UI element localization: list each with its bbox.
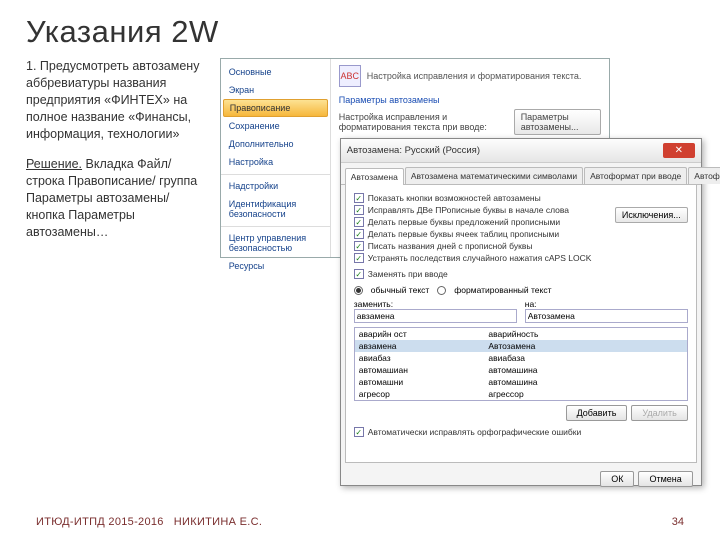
sidebar-item-trust[interactable]: Ресурсы xyxy=(221,257,330,275)
chk-cell-cap[interactable] xyxy=(354,229,364,239)
tab-autoformat-type[interactable]: Автоформат при вводе xyxy=(584,167,687,184)
chk-day-cap[interactable] xyxy=(354,241,364,251)
dialog-title: Автозамена: Русский (Россия) xyxy=(347,145,480,156)
sidebar-item-language[interactable]: Дополнительно xyxy=(221,135,330,153)
ok-button[interactable]: ОК xyxy=(600,471,634,487)
chk-replace[interactable] xyxy=(354,269,364,279)
options-sidebar: Основные Экран Правописание Сохранение Д… xyxy=(221,59,331,257)
dialog-tabs: Автозамена Автозамена математическими си… xyxy=(341,163,701,185)
chk-two-caps[interactable] xyxy=(354,205,364,215)
page-title: Указания 2W xyxy=(26,14,694,50)
sidebar-item-display[interactable]: Экран xyxy=(221,81,330,99)
task-text: 1. Предусмотреть автозамену аббревиатуры… xyxy=(26,58,210,488)
chk-spell[interactable] xyxy=(354,427,364,437)
tab-math[interactable]: Автозамена математическими символами xyxy=(405,167,583,184)
autocorrect-desc: Настройка исправления и форматирования т… xyxy=(339,112,514,132)
sidebar-item-general[interactable]: Основные xyxy=(221,63,330,81)
cancel-button[interactable]: Отмена xyxy=(638,471,692,487)
sidebar-item-qat[interactable]: Идентификация безопасности xyxy=(221,195,330,223)
radio-plain[interactable] xyxy=(354,286,363,295)
sidebar-item-ribbon[interactable]: Надстройки xyxy=(221,174,330,195)
chk-sentence-cap[interactable] xyxy=(354,217,364,227)
footer-left: ИТЮД-ИТПД 2015-2016 НИКИТИНА Е.С. xyxy=(36,516,262,528)
autocorrect-section-label: Параметры автозамены xyxy=(339,95,601,105)
exceptions-button[interactable]: Исключения... xyxy=(615,207,688,223)
radio-formatted[interactable] xyxy=(437,286,446,295)
sidebar-item-addins[interactable]: Центр управления безопасностью xyxy=(221,226,330,257)
close-icon[interactable]: ✕ xyxy=(663,143,695,158)
replace-list[interactable]: аварийн оставарийность авзаменаАвтозамен… xyxy=(354,327,688,401)
page-number: 34 xyxy=(672,516,684,528)
add-button[interactable]: Добавить xyxy=(566,405,628,421)
sidebar-item-save[interactable]: Сохранение xyxy=(221,117,330,135)
proofing-heading: Настройка исправления и форматирования т… xyxy=(367,71,582,81)
tab-autoformat[interactable]: Автоформат xyxy=(688,167,720,184)
replace-input[interactable] xyxy=(354,309,517,323)
sidebar-item-advanced[interactable]: Настройка xyxy=(221,153,330,171)
autocorrect-dialog: Автозамена: Русский (Россия) ✕ Автозамен… xyxy=(340,138,702,486)
sidebar-item-proofing[interactable]: Правописание xyxy=(223,99,328,117)
tab-autocorrect[interactable]: Автозамена xyxy=(345,168,404,185)
autocorrect-options-button[interactable]: Параметры автозамены... xyxy=(514,109,601,135)
delete-button[interactable]: Удалить xyxy=(631,405,687,421)
chk-capslock[interactable] xyxy=(354,253,364,263)
chk-show-buttons[interactable] xyxy=(354,193,364,203)
with-input[interactable] xyxy=(525,309,688,323)
proofing-icon: ABC xyxy=(339,65,361,87)
